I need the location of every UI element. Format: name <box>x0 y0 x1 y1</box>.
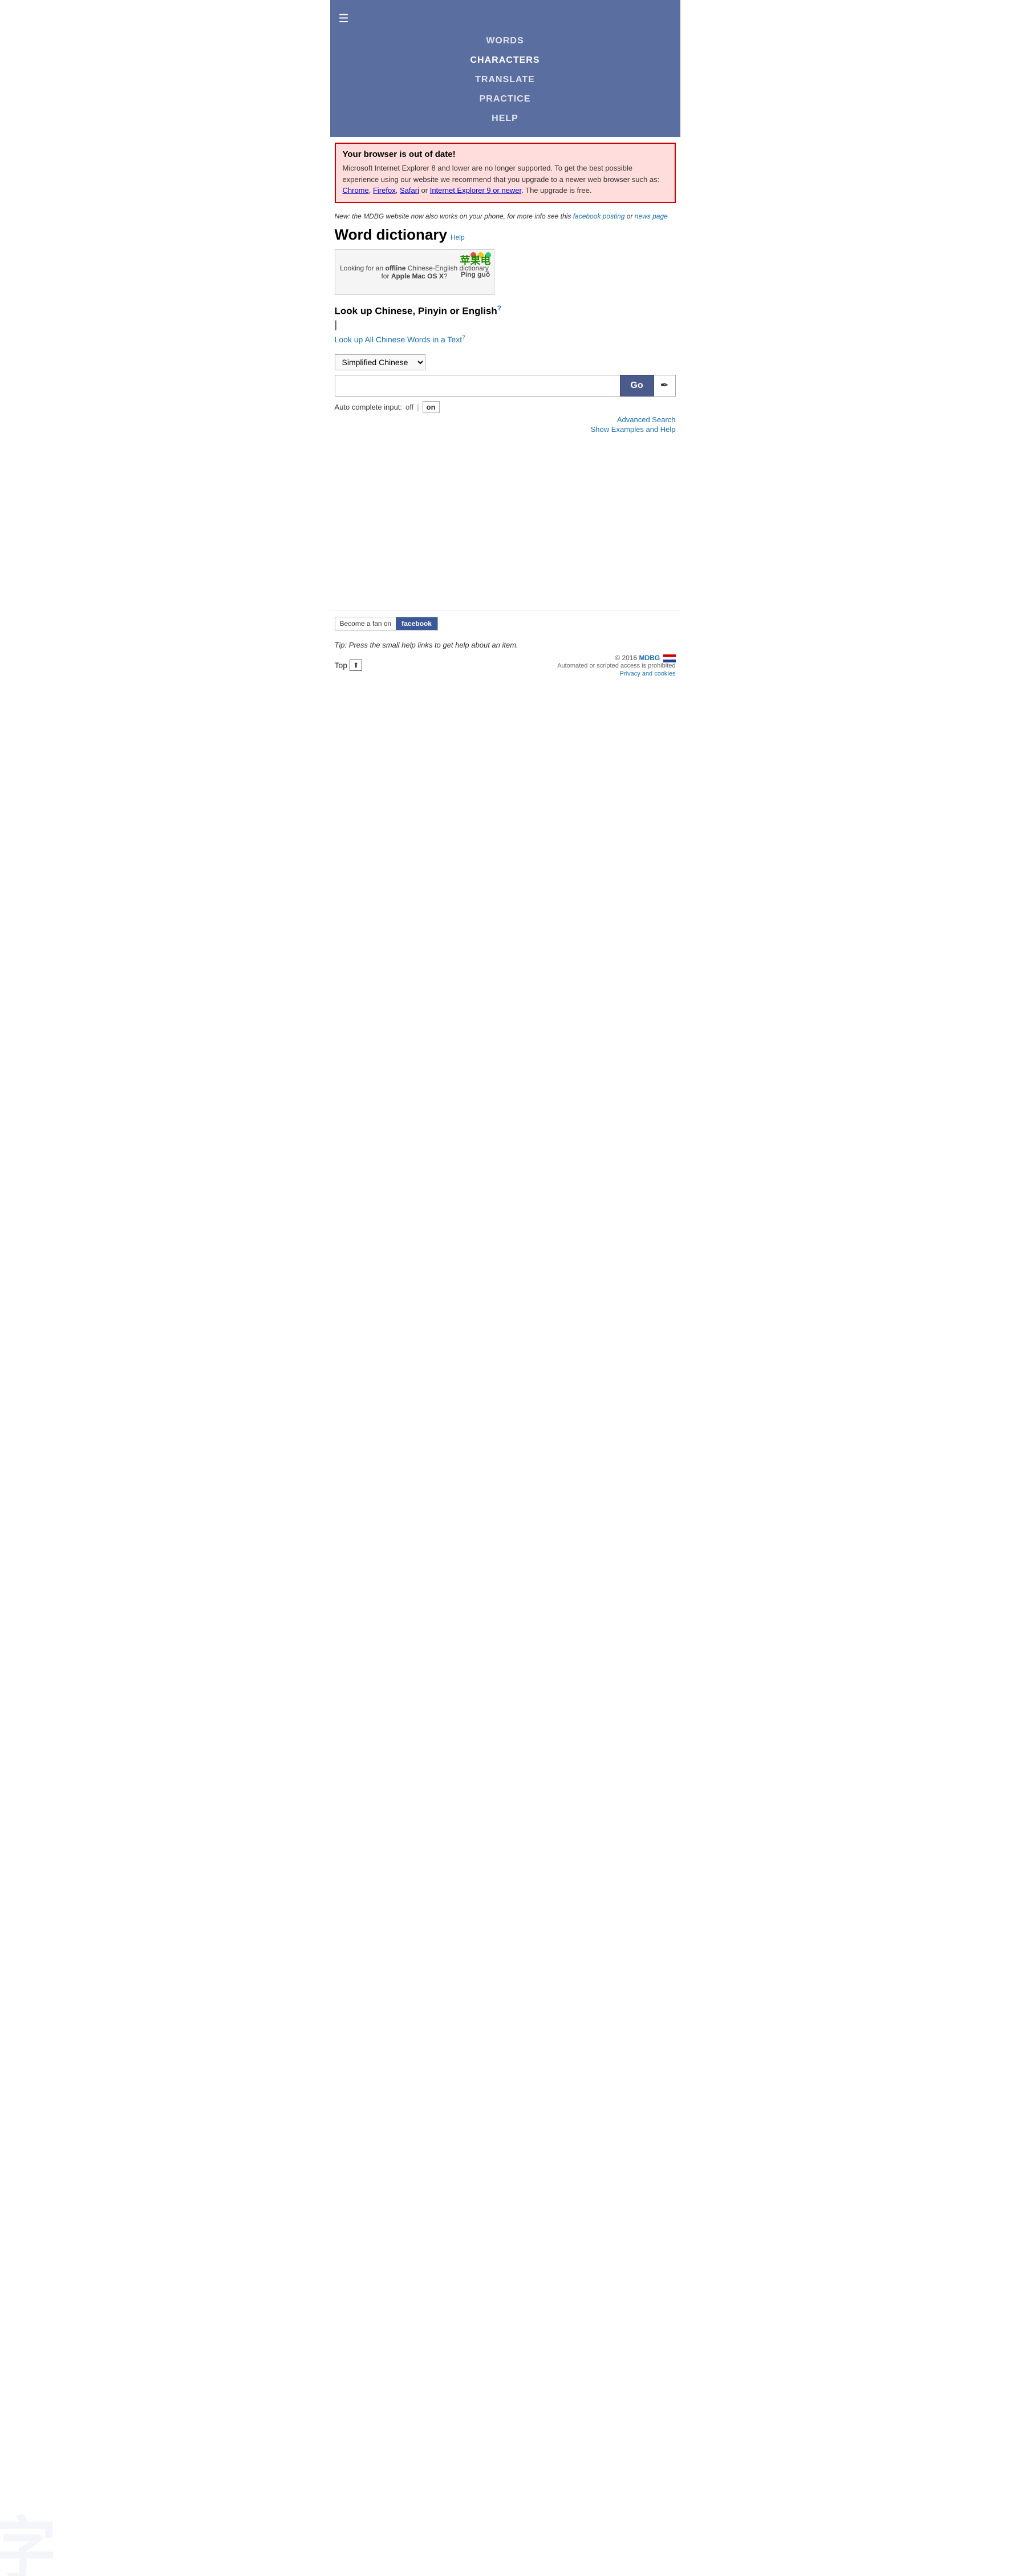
footer-row: Top ⬆ © 2016 MDBG Automated or scripted … <box>330 649 680 680</box>
tip-text: Tip: Press the small help links to get h… <box>330 636 680 649</box>
facebook-label: facebook <box>396 617 437 630</box>
browser-warning-box: Your browser is out of date! Microsoft I… <box>335 143 676 203</box>
chrome-link[interactable]: Chrome <box>343 186 369 195</box>
nav-link-translate[interactable]: TRANSLATE <box>475 75 535 84</box>
autocomplete-on-indicator[interactable]: on <box>423 401 440 413</box>
browser-warning-title: Your browser is out of date! <box>343 149 668 159</box>
header: ☰ WORDS CHARACTERS TRANSLATE PRACTICE HE… <box>330 0 680 137</box>
ie9-link[interactable]: Internet Explorer 9 or newer <box>430 186 521 195</box>
top-link[interactable]: Top ⬆ <box>335 660 363 671</box>
dict-image-text: Looking for an offline Chinese-English d… <box>338 264 491 280</box>
section-title-row: Word dictionary Help <box>335 226 676 244</box>
new-notice: New: the MDBG website now also works on … <box>330 209 680 220</box>
handwriting-button[interactable]: ✒ <box>654 375 676 397</box>
warning-text-prefix: Microsoft Internet Explorer 8 and lower … <box>343 164 660 184</box>
dict-text-prefix: Looking for an <box>340 264 385 272</box>
nav-link-practice[interactable]: PRACTICE <box>480 94 531 104</box>
search-input[interactable] <box>335 375 620 397</box>
top-arrow-icon: ⬆ <box>350 660 362 671</box>
lookup-all-text: Look up All Chinese Words in a Text <box>335 335 463 344</box>
hamburger-icon[interactable]: ☰ <box>330 6 680 31</box>
section-title: Word dictionary <box>335 226 447 244</box>
copyright-line: © 2016 MDBG <box>557 654 675 662</box>
nav-item-translate[interactable]: TRANSLATE <box>330 70 680 90</box>
simplified-select-row: Simplified Chinese Traditional Chinese <box>335 354 676 370</box>
watermark: 字 <box>0 2494 57 2576</box>
nav-item-help[interactable]: HELP <box>330 109 680 128</box>
nav-link-words[interactable]: WORDS <box>486 36 524 46</box>
warning-or: or <box>419 186 430 195</box>
nav-menu: WORDS CHARACTERS TRANSLATE PRACTICE HELP <box>330 31 680 128</box>
go-button[interactable]: Go <box>620 375 654 397</box>
autocomplete-separator: | <box>417 403 419 411</box>
section-help-link[interactable]: Help <box>451 233 465 241</box>
main-content: Word dictionary Help Looking for an offli… <box>330 220 680 439</box>
safari-link[interactable]: Safari <box>400 186 419 195</box>
content-spacer <box>330 439 680 610</box>
facebook-fan-button[interactable]: Become a fan on facebook <box>335 617 438 630</box>
new-notice-middle: or <box>624 212 634 220</box>
lookup-all-link[interactable]: Look up All Chinese Words in a Text? <box>335 335 465 344</box>
handwriting-icon: ✒ <box>660 379 668 391</box>
search-input-row: Go ✒ <box>335 375 676 397</box>
autocomplete-label: Auto complete input: <box>335 403 403 411</box>
copyright-block: © 2016 MDBG Automated or scripted access… <box>557 654 675 677</box>
autocomplete-left: Auto complete input: off | on <box>335 401 440 413</box>
cursor-line: | <box>335 319 676 331</box>
lookup-label-text: Look up Chinese, Pinyin or English <box>335 305 497 316</box>
netherlands-flag <box>663 654 676 662</box>
news-page-link[interactable]: news page <box>635 212 668 220</box>
nav-link-characters[interactable]: CHARACTERS <box>470 55 540 65</box>
facebook-section: Become a fan on facebook <box>330 610 680 636</box>
new-notice-prefix: New: the MDBG website now also works on … <box>335 212 573 220</box>
become-fan-text: Become a fan on <box>335 617 396 630</box>
dict-offline: offline <box>385 264 405 272</box>
show-examples-link[interactable]: Show Examples and Help <box>335 425 676 434</box>
dict-text-suffix: ? <box>444 272 448 280</box>
search-area: Simplified Chinese Traditional Chinese G… <box>335 354 676 434</box>
copyright-text: © 2016 <box>615 654 639 662</box>
lookup-question-sup: ? <box>497 304 501 312</box>
automated-text: Automated or scripted access is prohibit… <box>557 662 675 669</box>
nav-link-help[interactable]: HELP <box>492 114 518 123</box>
simplified-chinese-select[interactable]: Simplified Chinese Traditional Chinese <box>335 354 425 370</box>
browser-warning-text: Microsoft Internet Explorer 8 and lower … <box>343 163 668 196</box>
autocomplete-row: Auto complete input: off | on <box>335 401 676 413</box>
dict-image-box[interactable]: Looking for an offline Chinese-English d… <box>335 249 494 295</box>
top-label: Top <box>335 661 348 670</box>
mdbg-link[interactable]: MDBG <box>639 654 660 662</box>
lookup-all-sup: ? <box>462 334 465 341</box>
links-right: Advanced Search Show Examples and Help <box>335 415 676 434</box>
warning-suffix: . The upgrade is free. <box>521 186 591 195</box>
autocomplete-off-link[interactable]: off <box>405 403 413 411</box>
privacy-link[interactable]: Privacy and cookies <box>620 670 676 677</box>
advanced-search-link[interactable]: Advanced Search <box>335 415 676 424</box>
dict-apple: Apple Mac OS X <box>391 272 444 280</box>
lookup-label: Look up Chinese, Pinyin or English? <box>335 304 676 317</box>
facebook-posting-link[interactable]: facebook posting <box>573 212 625 220</box>
firefox-link[interactable]: Firefox <box>373 186 396 195</box>
nav-item-words[interactable]: WORDS <box>330 31 680 51</box>
nav-item-characters[interactable]: CHARACTERS <box>330 51 680 70</box>
nav-item-practice[interactable]: PRACTICE <box>330 90 680 109</box>
